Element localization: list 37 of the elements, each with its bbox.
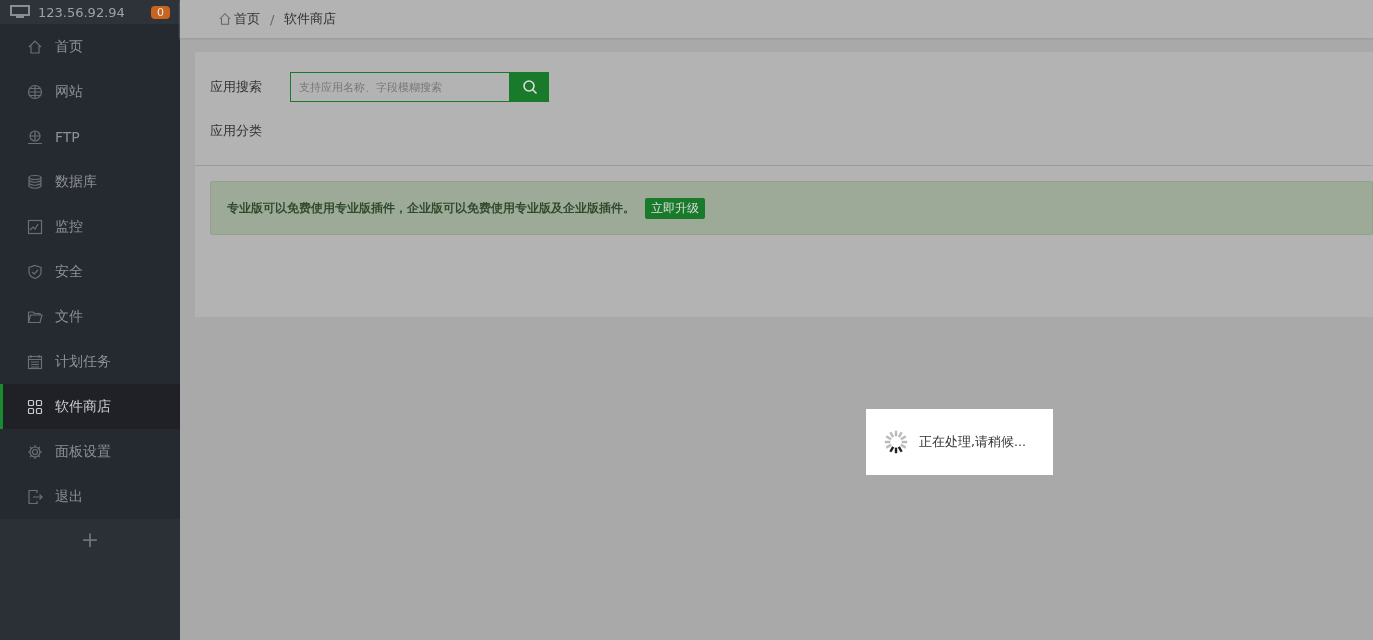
network-icon xyxy=(27,128,43,145)
sidebar-item[interactable]: 退出 xyxy=(0,474,180,519)
globe-icon xyxy=(27,83,43,100)
loading-text: 正在处理,请稍候... xyxy=(919,433,1026,451)
server-address: 123.56.92.94 xyxy=(38,4,125,20)
shield-icon xyxy=(27,263,43,280)
home-icon xyxy=(27,38,43,55)
breadcrumb-separator: / xyxy=(270,11,275,27)
exit-icon xyxy=(27,488,43,505)
breadcrumb-link[interactable]: 软件商店 xyxy=(284,10,337,28)
sidebar-item[interactable]: 网站 xyxy=(0,69,180,114)
sidebar-item[interactable]: 文件 xyxy=(0,294,180,339)
calendar-icon xyxy=(27,353,43,370)
sidebar-item[interactable]: 面板设置 xyxy=(0,429,180,474)
server-icon xyxy=(10,5,30,19)
search-icon xyxy=(521,79,538,95)
sidebar-item[interactable]: 计划任务 xyxy=(0,339,180,384)
sidebar-item[interactable]: FTP xyxy=(0,114,180,159)
database-icon xyxy=(27,173,43,190)
folder-icon xyxy=(27,308,43,325)
upgrade-button[interactable]: 立即升级 xyxy=(645,197,705,219)
breadcrumb-link[interactable]: 首页 xyxy=(234,10,260,28)
home-icon xyxy=(218,12,232,26)
sidebar-item[interactable]: 首页 xyxy=(0,24,180,69)
add-button[interactable]: + xyxy=(74,527,106,553)
notice-text: 专业版可以免费使用专业版插件，企业版可以免费使用专业版及企业版插件。 xyxy=(227,200,635,216)
settings-icon xyxy=(27,443,43,460)
sidebar-item[interactable]: 数据库 xyxy=(0,159,180,204)
search-button[interactable] xyxy=(510,72,549,102)
category-label: 应用分类 xyxy=(210,122,263,140)
grid-icon xyxy=(27,398,43,415)
notification-badge[interactable]: 0 xyxy=(151,5,170,19)
sidebar-item[interactable]: 监控 xyxy=(0,204,180,249)
sidebar-item[interactable]: 安全 xyxy=(0,249,180,294)
sidebar-item[interactable]: 软件商店 xyxy=(0,384,180,429)
search-label: 应用搜索 xyxy=(210,78,263,96)
chart-icon xyxy=(27,218,43,235)
